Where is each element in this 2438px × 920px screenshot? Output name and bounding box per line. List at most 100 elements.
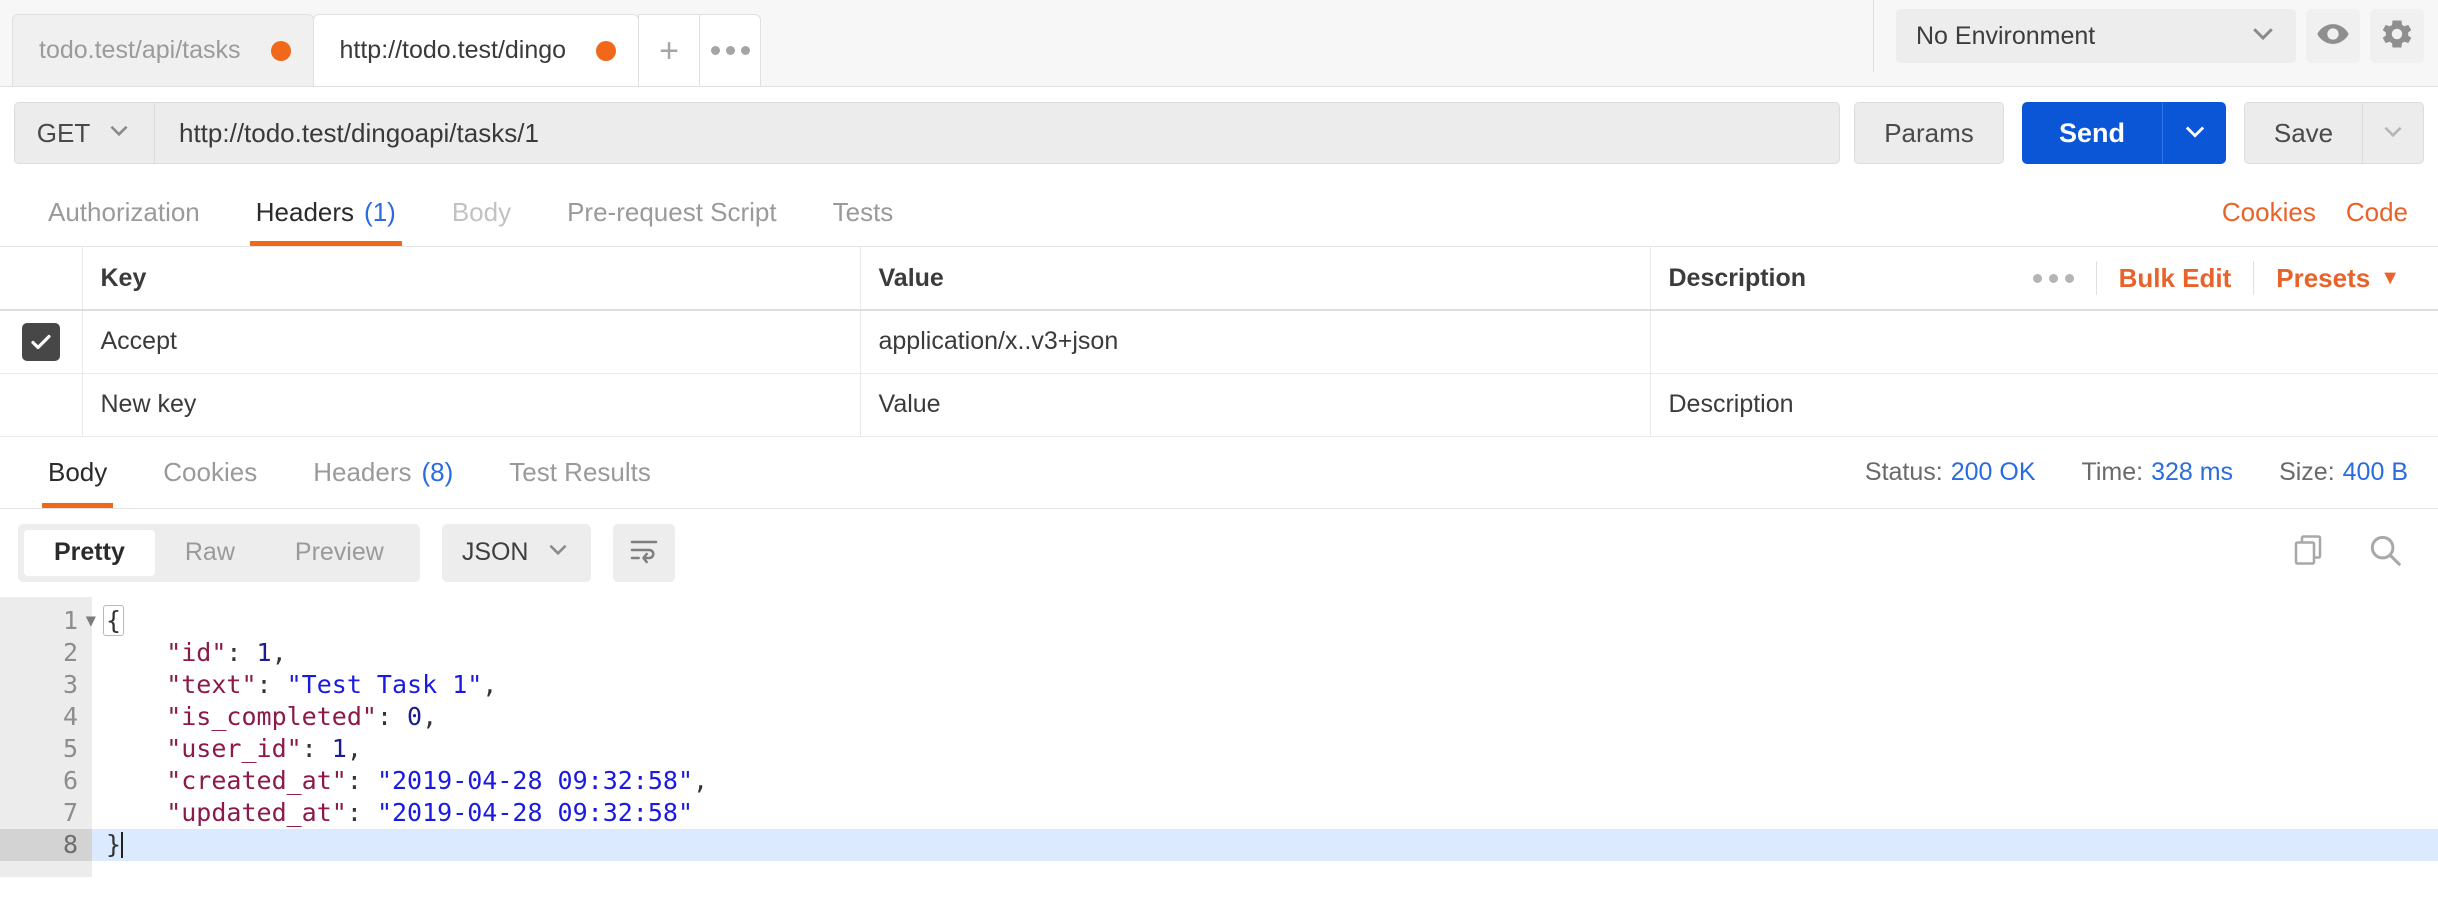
new-tab-button[interactable]: + [638, 14, 701, 86]
request-tab-2[interactable]: http://todo.test/dingo [312, 14, 640, 86]
tab-response-cookies[interactable]: Cookies [135, 437, 285, 508]
tab-test-results[interactable]: Test Results [481, 437, 679, 508]
header-row-value[interactable]: application/x..v3+json [859, 310, 1651, 374]
response-size-value: 400 B [2342, 457, 2408, 486]
new-header-key-input[interactable]: New key [81, 373, 861, 437]
tab-response-cookies-label: Cookies [163, 456, 258, 487]
view-mode-raw[interactable]: Raw [155, 530, 265, 576]
tab-body[interactable]: Body [424, 179, 539, 246]
caret-down-icon: ▼ [2380, 266, 2400, 289]
unsaved-dot-icon [270, 40, 291, 61]
save-button[interactable]: Save [2244, 102, 2362, 164]
view-mode-preview[interactable]: Preview [265, 530, 414, 576]
tab-authorization-label: Authorization [48, 197, 200, 227]
more-tabs-button[interactable] [699, 14, 762, 86]
tab-response-headers[interactable]: Headers (8) [285, 437, 481, 508]
header-row-checkbox-cell[interactable] [0, 310, 83, 374]
table-row[interactable]: Accept application/x..v3+json [0, 310, 2438, 374]
code-token: : [301, 733, 332, 763]
settings-button[interactable] [2370, 9, 2424, 63]
tab-response-headers-label: Headers [313, 456, 412, 487]
response-section-tabs: Body Cookies Headers (8) Test Results St… [0, 436, 2438, 509]
header-row-description[interactable] [1649, 310, 2438, 374]
send-options-button[interactable] [2162, 102, 2226, 164]
new-header-checkbox-cell [0, 373, 83, 437]
plus-icon: + [659, 31, 679, 70]
header-row-key[interactable]: Accept [81, 310, 861, 374]
code-line-number: 7 [62, 797, 78, 827]
tab-authorization[interactable]: Authorization [20, 179, 228, 246]
code-line: "id": 1, [92, 637, 2438, 669]
tab-headers-label: Headers [255, 197, 355, 227]
text-cursor [121, 831, 124, 858]
table-row-new[interactable]: New key Value Description [0, 373, 2438, 437]
request-url-row: GET http://todo.test/dingoapi/tasks/1 Pa… [0, 87, 2438, 179]
view-mode-pretty[interactable]: Pretty [24, 529, 155, 576]
ellipsis-icon [710, 46, 750, 55]
tab-body-label: Body [451, 197, 512, 227]
send-button[interactable]: Send [2022, 102, 2162, 164]
new-header-value-input[interactable]: Value [859, 373, 1651, 437]
request-url-value: http://todo.test/dingoapi/tasks/1 [179, 117, 539, 148]
params-button[interactable]: Params [1854, 102, 2004, 164]
bulk-edit-button[interactable]: Bulk Edit [2097, 263, 2254, 294]
send-button-label: Send [2058, 117, 2125, 148]
code-line: "created_at": "2019-04-28 09:32:58", [92, 765, 2438, 797]
environment-quick-look-button[interactable] [2306, 9, 2360, 63]
tab-response-body[interactable]: Body [20, 437, 135, 508]
headers-table-col-description: Description Bulk Edit Presets ▼ [1649, 247, 2438, 311]
code-token: : [226, 637, 257, 667]
request-section-tabs: Authorization Headers (1) Body Pre-reque… [0, 179, 2438, 247]
environment-selector-label: No Environment [1916, 21, 2096, 50]
request-url-input[interactable]: http://todo.test/dingoapi/tasks/1 [154, 102, 1840, 164]
header-row-checkbox[interactable] [21, 322, 60, 361]
code-token: : [346, 765, 377, 795]
copy-icon [2294, 535, 2322, 565]
response-body-code-viewer[interactable]: 1 ▼ 2 3 4 5 6 7 8 { "id": 1, "text": "Test Task … [0, 596, 2438, 877]
response-body-actions [2290, 531, 2420, 574]
presets-button[interactable]: Presets ▼ [2254, 263, 2422, 294]
request-tab-2-label: http://todo.test/dingo [339, 36, 567, 64]
chevron-down-icon [545, 536, 571, 569]
response-size-label: Size: [2279, 457, 2335, 486]
code-content[interactable]: { "id": 1, "text": "Test Task 1", "is_co… [92, 597, 2438, 877]
tab-headers[interactable]: Headers (1) [228, 179, 424, 246]
send-button-group: Send [2022, 102, 2226, 164]
request-tab-1[interactable]: todo.test/api/tasks [12, 14, 314, 86]
word-wrap-button[interactable] [612, 523, 675, 582]
save-button-group: Save [2244, 102, 2424, 164]
request-tabs-links: Cookies Code [2222, 179, 2418, 246]
headers-table: Key Value Description Bulk Edit Presets … [0, 247, 2438, 437]
tab-headers-count: (1) [364, 197, 396, 227]
http-method-selector[interactable]: GET [14, 102, 154, 164]
code-token: , [482, 669, 498, 699]
response-time-label: Time: [2081, 457, 2144, 486]
code-token: "id" [106, 637, 227, 667]
copy-button[interactable] [2290, 532, 2326, 573]
code-line-number: 1 ▼ [62, 605, 96, 635]
code-line-number: 6 [62, 765, 78, 795]
code-token: , [422, 701, 438, 731]
http-method-label: GET [36, 117, 91, 148]
search-button[interactable] [2366, 531, 2404, 574]
headers-table-check-col [0, 247, 83, 311]
tab-pre-request-script[interactable]: Pre-request Script [539, 179, 805, 246]
word-wrap-icon [628, 534, 660, 571]
code-token: "updated_at" [106, 797, 347, 827]
code-line-number: 3 [62, 669, 78, 699]
code-token: 1 [256, 637, 272, 667]
code-token: "2019-04-28 09:32:58" [376, 765, 694, 795]
response-format-selector[interactable]: JSON [441, 523, 591, 582]
save-options-button[interactable] [2362, 102, 2424, 164]
search-icon [2370, 535, 2401, 566]
code-line-number: 5 [62, 733, 78, 763]
tab-tests[interactable]: Tests [805, 179, 922, 246]
environment-selector[interactable]: No Environment [1896, 9, 2296, 63]
code-line: "user_id": 1, [92, 733, 2438, 765]
code-link[interactable]: Code [2346, 197, 2408, 228]
new-header-description-input[interactable]: Description [1649, 373, 2438, 437]
response-time-value: 328 ms [2151, 457, 2234, 486]
cookies-link[interactable]: Cookies [2222, 197, 2316, 228]
headers-table-tools: Bulk Edit Presets ▼ [2011, 261, 2422, 295]
headers-more-button[interactable] [2011, 273, 2096, 283]
